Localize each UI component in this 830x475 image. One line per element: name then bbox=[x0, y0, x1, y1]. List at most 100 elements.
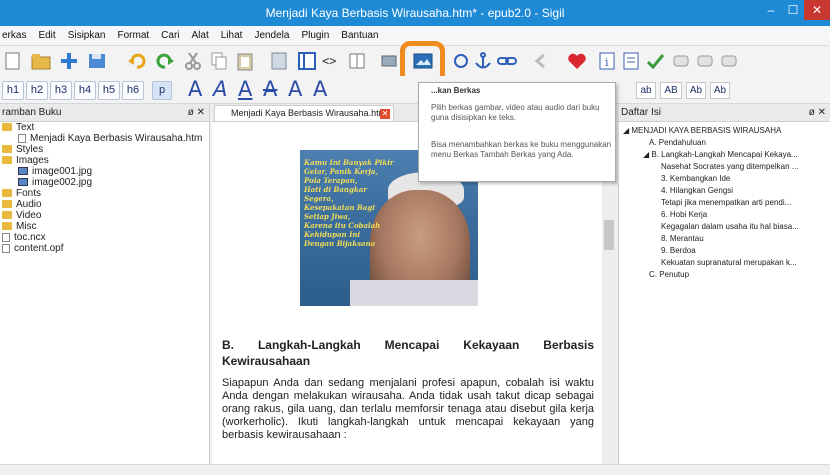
toc-item[interactable]: 4. Hilangkan Gengsi bbox=[619, 185, 830, 197]
menu-edit[interactable]: Edit bbox=[38, 30, 55, 41]
plugin-icon-1[interactable] bbox=[670, 50, 692, 72]
split-view-icon[interactable] bbox=[296, 50, 318, 72]
menu-tools[interactable]: Alat bbox=[192, 30, 209, 41]
tree-item-fonts[interactable]: Fonts bbox=[0, 188, 209, 199]
svg-text:i: i bbox=[605, 56, 609, 69]
menu-file[interactable]: erkas bbox=[2, 30, 26, 41]
tree-item-toc-ncx[interactable]: toc.ncx bbox=[0, 232, 209, 243]
toc-item[interactable]: 6. Hobi Kerja bbox=[619, 209, 830, 221]
save-icon[interactable] bbox=[86, 50, 108, 72]
underline-icon[interactable]: A bbox=[238, 77, 252, 101]
heading-h3-button[interactable]: h3 bbox=[50, 81, 72, 100]
heart-icon[interactable] bbox=[566, 50, 588, 72]
heading-h2-button[interactable]: h2 bbox=[26, 81, 48, 100]
book-browser-header: ramban Buku ø ✕ bbox=[0, 104, 209, 122]
toc-icon[interactable] bbox=[620, 50, 642, 72]
book-view-icon[interactable] bbox=[268, 50, 290, 72]
cut-icon[interactable] bbox=[182, 50, 204, 72]
menu-plugin[interactable]: Plugin bbox=[301, 30, 329, 41]
heading-h4-button[interactable]: h4 bbox=[74, 81, 96, 100]
toc-item[interactable]: Tetapi jika menempatkan arti pendi... bbox=[619, 197, 830, 209]
plugin-icon-2[interactable] bbox=[694, 50, 716, 72]
window-title: Menjadi Kaya Berbasis Wirausaha.htm* - e… bbox=[265, 6, 565, 20]
tree-item-misc[interactable]: Misc bbox=[0, 221, 209, 232]
toc-item[interactable]: ◢ B. Langkah-Langkah Mencapai Kekaya... bbox=[619, 149, 830, 161]
editor-scroll-thumb[interactable] bbox=[604, 220, 614, 250]
tree-item-video[interactable]: Video bbox=[0, 210, 209, 221]
undo-icon[interactable] bbox=[126, 50, 148, 72]
new-file-icon[interactable] bbox=[2, 50, 24, 72]
open-file-icon[interactable] bbox=[30, 50, 52, 72]
toc-item[interactable]: A. Pendahuluan bbox=[619, 137, 830, 149]
toc-item[interactable]: C. Penutup bbox=[619, 269, 830, 281]
back-icon[interactable] bbox=[530, 50, 552, 72]
toc-item[interactable]: 8. Merantau bbox=[619, 233, 830, 245]
close-button[interactable]: ✕ bbox=[804, 0, 830, 20]
italic-icon[interactable]: A bbox=[213, 77, 227, 101]
menu-search[interactable]: Cari bbox=[161, 30, 179, 41]
tree-item-content-opf[interactable]: content.opf bbox=[0, 243, 209, 254]
font-a-normal-icon[interactable]: A bbox=[188, 77, 202, 101]
uppercase-button[interactable]: AB bbox=[660, 82, 682, 99]
strikethrough-icon[interactable]: A bbox=[263, 77, 277, 101]
folder-icon bbox=[2, 123, 12, 132]
file-icon bbox=[2, 232, 10, 242]
subscript-icon[interactable]: A bbox=[288, 77, 302, 101]
menu-insert[interactable]: Sisipkan bbox=[68, 30, 106, 41]
tooltip-title: ...kan Berkas bbox=[431, 86, 481, 95]
tree-item-styles[interactable]: Styles bbox=[0, 144, 209, 155]
minimize-button[interactable]: – bbox=[760, 0, 782, 20]
link-icon[interactable] bbox=[496, 50, 518, 72]
heading-h5-button[interactable]: h5 bbox=[98, 81, 120, 100]
insert-special-char-icon[interactable] bbox=[450, 50, 472, 72]
toc-item[interactable]: Kekuatan supranatural merupakan k... bbox=[619, 257, 830, 269]
titlecase-button[interactable]: Ab bbox=[686, 82, 706, 99]
menu-window[interactable]: Jendela bbox=[254, 30, 289, 41]
toc-item[interactable]: ◢ MENJADI KAYA BERBASIS WIRAUSAHA bbox=[619, 125, 830, 137]
toc-item[interactable]: Nasehat Socrates yang ditempelkan ... bbox=[619, 161, 830, 173]
panel-controls[interactable]: ø ✕ bbox=[809, 104, 826, 122]
menu-view[interactable]: Lihat bbox=[221, 30, 243, 41]
paste-icon[interactable] bbox=[234, 50, 256, 72]
tree-item-audio[interactable]: Audio bbox=[0, 199, 209, 210]
tree-item-image002[interactable]: image002.jpg bbox=[0, 177, 209, 188]
toc-title: Daftar Isi bbox=[621, 107, 662, 118]
heading-h6-button[interactable]: h6 bbox=[122, 81, 144, 100]
menu-help[interactable]: Bantuan bbox=[341, 30, 378, 41]
tooltip-description: Pilih berkas gambar, video atau audio da… bbox=[431, 103, 600, 122]
toc-item[interactable]: 9. Berdoa bbox=[619, 245, 830, 257]
folder-icon bbox=[2, 200, 12, 209]
editor-tab[interactable]: Menjadi Kaya Berbasis Wirausaha.htm ✕ bbox=[214, 105, 394, 122]
file-icon bbox=[18, 133, 26, 143]
capitalize-button[interactable]: Ab bbox=[710, 82, 730, 99]
spellcheck-icon[interactable] bbox=[644, 50, 666, 72]
tree-item-image001[interactable]: image001.jpg bbox=[0, 166, 209, 177]
lowercase-button[interactable]: ab bbox=[636, 82, 656, 99]
body-paragraph: Siapapun Anda dan sedang menjalani profe… bbox=[222, 377, 594, 441]
split-section-icon[interactable] bbox=[378, 50, 400, 72]
copy-icon[interactable] bbox=[208, 50, 230, 72]
toc-list: ◢ MENJADI KAYA BERBASIS WIRAUSAHA A. Pen… bbox=[619, 122, 830, 281]
tree-item-images[interactable]: Images bbox=[0, 155, 209, 166]
anchor-icon[interactable] bbox=[472, 50, 494, 72]
add-file-icon[interactable] bbox=[58, 50, 80, 72]
toc-panel: Daftar Isi ø ✕ ◢ MENJADI KAYA BERBASIS W… bbox=[618, 104, 830, 464]
superscript-icon[interactable]: A bbox=[313, 77, 327, 101]
tree-item-html-file[interactable]: Menjadi Kaya Berbasis Wirausaha.htm bbox=[0, 133, 209, 144]
tab-close-icon[interactable]: ✕ bbox=[380, 109, 390, 119]
file-icon bbox=[2, 243, 10, 253]
heading-h1-button[interactable]: h1 bbox=[2, 81, 24, 100]
toggle-icon[interactable] bbox=[346, 50, 368, 72]
plugin-icon-3[interactable] bbox=[718, 50, 740, 72]
menu-format[interactable]: Format bbox=[118, 30, 150, 41]
photo-quote: Kamu Ini Banyak Pikir Gelar, Panik Kerja… bbox=[304, 158, 394, 248]
redo-icon[interactable] bbox=[154, 50, 176, 72]
toc-item[interactable]: 3. Kembangkan Ide bbox=[619, 173, 830, 185]
panel-controls[interactable]: ø ✕ bbox=[188, 104, 205, 122]
maximize-button[interactable]: ☐ bbox=[782, 0, 804, 20]
tree-item-text[interactable]: Text bbox=[0, 122, 209, 133]
toc-item[interactable]: Kegagalan dalam usaha itu hal biasa... bbox=[619, 221, 830, 233]
code-view-icon[interactable]: <> bbox=[320, 50, 342, 72]
paragraph-button[interactable]: p bbox=[152, 81, 172, 100]
metadata-icon[interactable]: i bbox=[596, 50, 618, 72]
